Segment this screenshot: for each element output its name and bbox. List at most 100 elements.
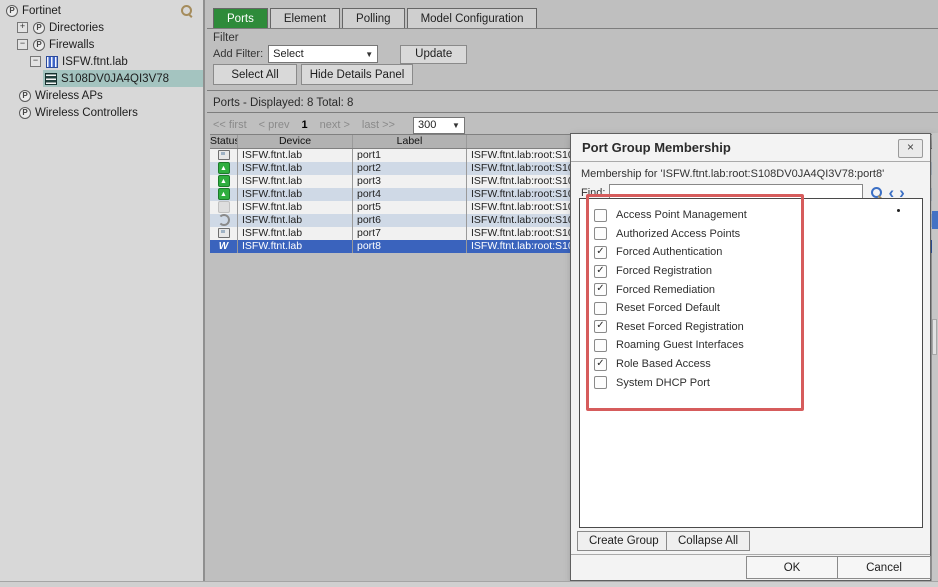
annotation-dot xyxy=(897,209,900,212)
cancel-button[interactable]: Cancel xyxy=(837,556,931,579)
page-scrollbar xyxy=(932,133,938,581)
tab-ports[interactable]: Ports xyxy=(213,8,268,28)
select-all-button[interactable]: Select All xyxy=(213,64,297,85)
device-cell: ISFW.ftnt.lab xyxy=(238,201,353,214)
p-circle-icon: P xyxy=(33,22,45,34)
sidebar-item-wireless-controllers[interactable]: PWireless Controllers xyxy=(0,104,203,121)
label-cell: port3 xyxy=(353,175,467,188)
update-button[interactable]: Update xyxy=(400,45,467,64)
divider xyxy=(571,161,930,162)
page-size-select[interactable]: 300 ▼ xyxy=(413,117,465,134)
add-filter-label: Add Filter: xyxy=(213,48,263,60)
label-cell: port5 xyxy=(353,201,467,214)
tab-polling[interactable]: Polling xyxy=(342,8,405,28)
sidebar-item-isfw-ftnt-lab[interactable]: − ISFW.ftnt.lab xyxy=(0,53,203,70)
checkbox-unchecked-icon[interactable] xyxy=(594,209,607,222)
divider xyxy=(207,90,938,91)
membership-text: Membership for 'ISFW.ftnt.lab:root:S108D… xyxy=(581,168,884,180)
group-item-reset-forced-registration: ✓ Reset Forced Registration xyxy=(580,318,922,337)
collapse-icon[interactable]: − xyxy=(17,39,28,50)
add-filter-select[interactable]: Select ▼ xyxy=(268,45,378,63)
sidebar-item-directories[interactable]: + P Directories xyxy=(0,19,203,36)
group-item-label: Forced Registration xyxy=(616,265,712,277)
checkbox-checked-icon[interactable]: ✓ xyxy=(594,320,607,333)
scroll-marker xyxy=(932,211,938,229)
checkbox-unchecked-icon[interactable] xyxy=(594,339,607,352)
pagination-last[interactable]: last >> xyxy=(362,119,395,131)
pagination-first[interactable]: << first xyxy=(213,119,247,131)
checkbox-checked-icon[interactable]: ✓ xyxy=(594,283,607,296)
group-item-label: Roaming Guest Interfaces xyxy=(616,339,744,351)
ring-icon xyxy=(218,214,230,226)
checkbox-checked-icon[interactable]: ✓ xyxy=(594,265,607,278)
group-item-forced-authentication: ✓Forced Authentication xyxy=(580,243,922,262)
checkbox-checked-icon[interactable]: ✓ xyxy=(594,358,607,371)
app-window: PFortinet+PDirectories−PFirewalls−ISFW.f… xyxy=(0,0,938,587)
sidebar-item-wireless-aps[interactable]: PWireless APs xyxy=(0,87,203,104)
expand-icon[interactable]: + xyxy=(17,22,28,33)
group-item-label: System DHCP Port xyxy=(616,377,710,389)
column-header-device[interactable]: Device xyxy=(238,135,353,148)
tree-node-label: Wireless APs xyxy=(35,90,103,102)
group-item-authorized-access-points: Authorized Access Points xyxy=(580,225,922,244)
label-cell: port7 xyxy=(353,227,467,240)
link-up-icon xyxy=(218,188,230,200)
host-icon xyxy=(218,228,230,238)
checkbox-checked-icon[interactable]: ✓ xyxy=(594,246,607,259)
tree-node: S108DV0JA4QI3V78 xyxy=(43,70,203,87)
status-cell: W xyxy=(210,240,238,253)
create-group-button[interactable]: Create Group xyxy=(577,531,671,551)
sidebar-item-s108dv0ja4qi3v78[interactable]: S108DV0JA4QI3V78 xyxy=(0,70,203,87)
group-checkbox-list: Access Point Management Authorized Access… xyxy=(579,198,923,528)
find-label: Find: xyxy=(581,187,605,199)
switch-dark-icon xyxy=(45,73,57,85)
pagination-prev[interactable]: < prev xyxy=(259,119,290,131)
tab-element[interactable]: Element xyxy=(270,8,340,28)
port-group-membership-dialog: Port Group Membership × Membership for '… xyxy=(570,133,931,581)
collapse-icon[interactable]: − xyxy=(30,56,41,67)
checkbox-unchecked-icon[interactable] xyxy=(594,302,607,315)
collapse-all-button[interactable]: Collapse All xyxy=(666,531,750,551)
tree-node-label: Fortinet xyxy=(22,5,61,17)
p-circle-icon: P xyxy=(6,5,18,17)
switch-blue-icon xyxy=(46,56,58,68)
host-icon xyxy=(218,150,230,160)
chevron-down-icon: ▼ xyxy=(452,121,460,130)
label-cell: port4 xyxy=(353,188,467,201)
pagination-next[interactable]: next > xyxy=(320,119,350,131)
checkbox-unchecked-icon[interactable] xyxy=(594,227,607,240)
label-cell: port1 xyxy=(353,149,467,162)
wifi-icon: W xyxy=(219,240,228,253)
group-item-forced-remediation: ✓Forced Remediation xyxy=(580,280,922,299)
column-header-label[interactable]: Label xyxy=(353,135,467,148)
checkbox-unchecked-icon[interactable] xyxy=(594,376,607,389)
device-cell: ISFW.ftnt.lab xyxy=(238,227,353,240)
ok-button[interactable]: OK xyxy=(746,556,838,579)
status-cell xyxy=(210,214,238,227)
divider xyxy=(207,112,938,113)
sidebar-item-fortinet[interactable]: P Fortinet xyxy=(0,2,203,19)
tab-model-configuration[interactable]: Model Configuration xyxy=(407,8,538,28)
scrollbar-thumb[interactable] xyxy=(932,319,937,355)
group-item-label: Authorized Access Points xyxy=(616,228,740,240)
pagination-current-page: 1 xyxy=(302,119,308,131)
search-icon[interactable] xyxy=(180,4,193,17)
device-cell: ISFW.ftnt.lab xyxy=(238,175,353,188)
label-cell: port2 xyxy=(353,162,467,175)
pagination-bar: << first < prev 1 next > last >> 300 ▼ xyxy=(213,116,465,134)
tree-node-label: ISFW.ftnt.lab xyxy=(62,56,128,68)
tree-node: PFirewalls xyxy=(31,36,203,53)
sidebar-item-firewalls[interactable]: −PFirewalls xyxy=(0,36,203,53)
device-cell: ISFW.ftnt.lab xyxy=(238,188,353,201)
group-item-roaming-guest-interfaces: Roaming Guest Interfaces xyxy=(580,336,922,355)
tree-node-label: Directories xyxy=(49,22,104,34)
group-item-label: Reset Forced Registration xyxy=(616,321,744,333)
column-header-status[interactable]: Status xyxy=(210,135,238,148)
filter-section-label: Filter xyxy=(213,32,239,44)
group-item-label: Access Point Management xyxy=(616,209,747,221)
label-cell: port6 xyxy=(353,214,467,227)
hide-details-panel-button[interactable]: Hide Details Panel xyxy=(301,64,413,85)
tree-node: ISFW.ftnt.lab xyxy=(44,53,203,70)
device-cell: ISFW.ftnt.lab xyxy=(238,240,353,253)
close-icon[interactable]: × xyxy=(898,139,923,158)
